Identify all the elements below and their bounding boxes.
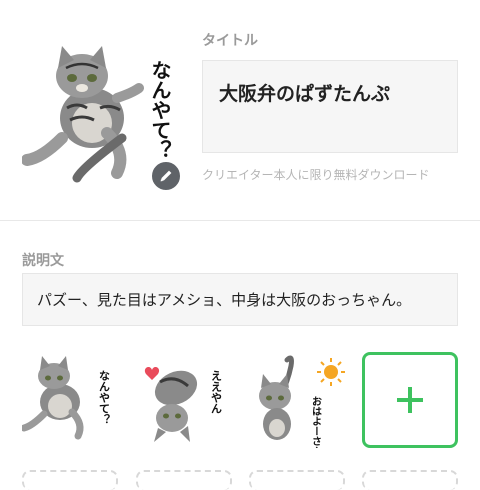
add-sticker-button[interactable] (362, 352, 458, 448)
cat-sticker-image: なんやて？ (20, 356, 111, 440)
main-sticker-caption: なんやて？ (148, 60, 172, 160)
sticker-tile-1[interactable]: なんやて？ (20, 352, 118, 448)
edit-sticker-button[interactable] (150, 160, 182, 192)
empty-sticker-slot[interactable] (136, 470, 232, 490)
description-label: 説明文 (22, 253, 64, 269)
description-input[interactable]: パズー、見た目はアメショ、中身は大阪のおっちゃん。 (22, 273, 458, 326)
title-input[interactable]: 大阪弁のぱずたんぷ (202, 60, 458, 153)
title-hint-text: クリエイター本人に限り無料ダウンロード (202, 168, 430, 182)
pencil-icon (160, 170, 172, 182)
sticker-tile-2[interactable]: ええやん (136, 352, 232, 448)
section-divider (0, 220, 480, 221)
cat-sticker-image: おはよーさん (259, 355, 345, 456)
empty-sticker-slot[interactable] (249, 470, 345, 490)
sun-icon (324, 365, 338, 379)
empty-sticker-slot[interactable] (22, 470, 118, 490)
sticker-caption: ええやん (210, 370, 223, 414)
title-label: タイトル (202, 33, 258, 49)
cat-sticker-image: ええやん (144, 367, 223, 442)
empty-sticker-slot[interactable] (362, 470, 458, 490)
sticker-tile-3[interactable]: おはよーさん (249, 352, 345, 456)
plus-icon (397, 387, 423, 413)
heart-icon (144, 367, 160, 380)
sticker-caption: おはよーさん (310, 396, 322, 448)
sticker-header: なんやて？ タイトル 大阪弁のぱずたんぷ クリエイター本人に限り無料ダウンロード (0, 0, 480, 220)
sticker-caption: なんやて？ (98, 370, 111, 425)
